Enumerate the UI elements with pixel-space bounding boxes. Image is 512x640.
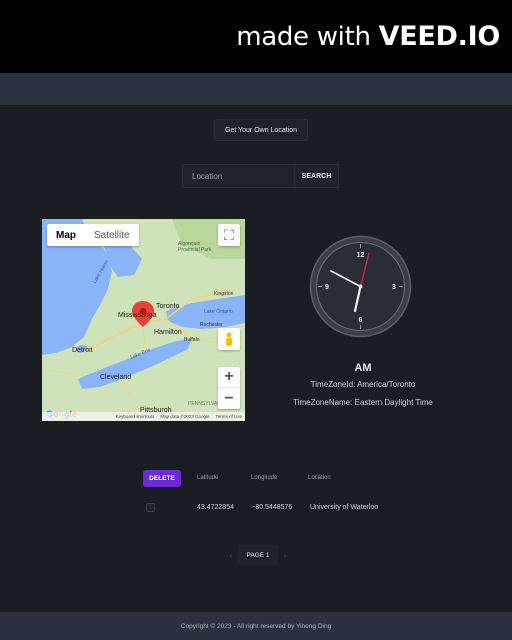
map-attribution: Keyboard shortcuts Map data ©2023 Google… (42, 412, 245, 421)
map-label-hamilton: Hamilton (154, 329, 182, 336)
search-button[interactable]: SEARCH (294, 164, 339, 188)
minus-icon: − (224, 389, 234, 407)
header-longitude: Longitude (251, 475, 278, 481)
cell-longitude: -80.5448576 (253, 503, 293, 511)
zoom-in-button[interactable]: + (218, 367, 240, 388)
map-label-buffalo: Buffalo (184, 337, 200, 343)
clock-numeral-3: 3 (392, 284, 396, 291)
header-latitude: Latitude (197, 475, 219, 481)
google-map[interactable]: Toronto Mississauga Hamilton Kingston Ro… (42, 219, 245, 421)
watermark-bar: made with VEED.IO (0, 0, 512, 73)
get-own-location-button[interactable]: Get Your Own Location (214, 119, 308, 141)
cell-latitude: 43.4722854 (197, 503, 234, 511)
map-type-map-button[interactable]: Map (47, 224, 85, 246)
map-label-mississauga: Mississauga (118, 312, 157, 319)
top-navbar (0, 73, 512, 105)
next-page-button[interactable]: › (278, 545, 292, 565)
zoom-out-button[interactable]: − (218, 388, 240, 409)
map-data-text: Map data ©2023 Google (160, 414, 210, 419)
copyright-text: Copyright © 2023 - All right reserved by… (180, 622, 332, 630)
veed-watermark: made with VEED.IO (236, 21, 500, 52)
map-type-satellite-button[interactable]: Satellite (85, 224, 139, 246)
page-footer: Copyright © 2023 - All right reserved by… (0, 612, 512, 640)
fullscreen-icon: ⛶ (224, 226, 234, 243)
locations-table: DELETE Latitude Longitude Location 43.47… (143, 468, 383, 517)
delete-button[interactable]: DELETE (143, 469, 181, 487)
analog-clock: 12 3 6 9 (309, 235, 412, 338)
timezone-name: TimeZoneName: Eastern Daylight Time (293, 398, 433, 407)
zoom-control: + − (218, 367, 240, 409)
pagination: ‹ PAGE 1 › (224, 545, 292, 565)
cell-location: University of Waterloo (310, 503, 379, 511)
clock-period: AM (354, 362, 372, 374)
map-label-detroit: Detroit (72, 347, 93, 354)
prev-page-button[interactable]: ‹ (224, 545, 238, 565)
clock-numeral-9: 9 (325, 284, 329, 291)
location-search-input[interactable] (182, 164, 294, 188)
table-header: DELETE Latitude Longitude Location (143, 468, 383, 488)
clock-numeral-6: 6 (359, 317, 363, 324)
current-page-button[interactable]: PAGE 1 (238, 545, 278, 565)
clock-center-pin (358, 284, 363, 289)
terms-link[interactable]: Terms of Use (215, 414, 242, 419)
row-checkbox[interactable] (146, 502, 155, 512)
map-label-kingston: Kingston (214, 291, 234, 297)
timezone-id: TimeZoneId: America/Toronto (310, 380, 416, 389)
plus-icon: + (224, 368, 234, 385)
search-bar: SEARCH (182, 164, 342, 188)
pegman-icon (226, 332, 232, 346)
map-label-algonquin: Algonquin Provincial Park (178, 241, 212, 253)
map-label-cleveland: Cleveland (100, 374, 132, 381)
fullscreen-button[interactable]: ⛶ (218, 224, 240, 246)
map-label-lake-ontario: Lake Ontario (204, 309, 233, 315)
table-row[interactable]: 43.4722854 -80.5448576 University of Wat… (143, 497, 383, 517)
clock-numeral-12: 12 (357, 252, 365, 259)
map-type-control: Map Satellite (47, 224, 139, 246)
street-view-button[interactable] (218, 328, 240, 350)
header-location: Location (308, 475, 331, 481)
map-label-toronto: Toronto (156, 303, 180, 310)
keyboard-shortcuts-link[interactable]: Keyboard shortcuts (116, 414, 155, 419)
